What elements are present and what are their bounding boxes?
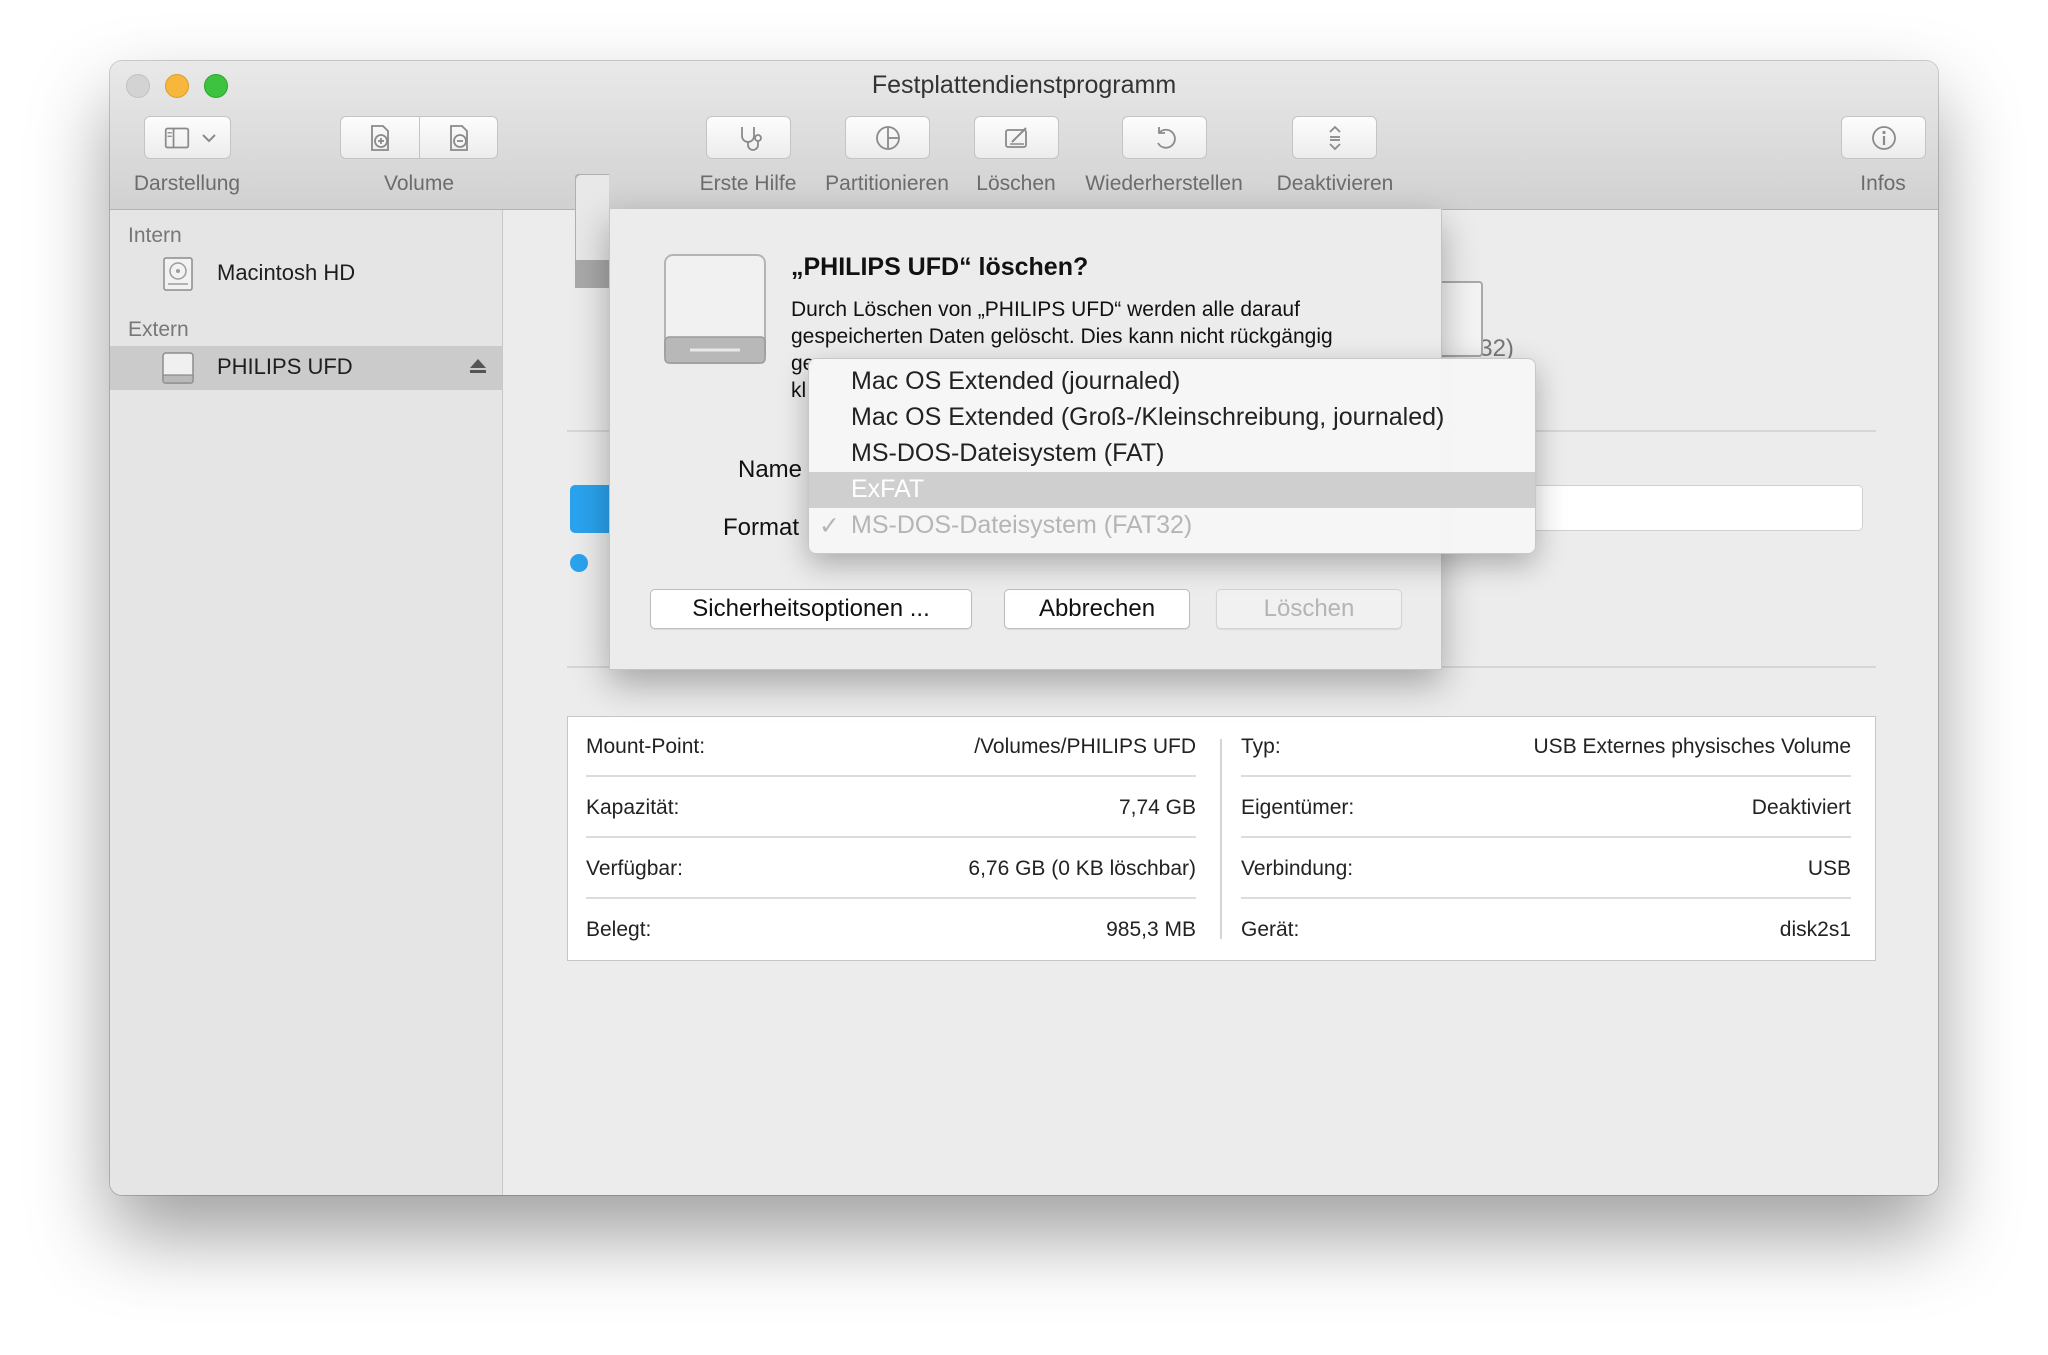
- info-key: Verbindung:: [1241, 857, 1354, 880]
- partition-button[interactable]: [845, 116, 930, 159]
- info-key: Mount-Point:: [586, 735, 706, 758]
- info-label: Infos: [1860, 172, 1906, 195]
- info-value: disk2s1: [1779, 918, 1851, 941]
- menu-item-ms-dos-fat32[interactable]: ✓ MS-DOS-Dateisystem (FAT32): [809, 508, 1535, 544]
- info-value: USB Externes physisches Volume: [1533, 735, 1851, 758]
- menu-item-label: Mac OS Extended (Groß-/Kleinschreibung, …: [851, 403, 1445, 431]
- sidebar-item-macintosh-hd[interactable]: Macintosh HD: [110, 252, 502, 296]
- info-value: 7,74 GB: [1118, 796, 1196, 819]
- sidebar-icon: [164, 127, 189, 148]
- add-volume-button[interactable]: [341, 117, 420, 158]
- info-key: Belegt:: [586, 918, 652, 941]
- sidebar-section-intern: Intern: [128, 224, 182, 247]
- security-options-button[interactable]: Sicherheitsoptionen ...: [650, 589, 972, 629]
- info-row-device: Gerät: disk2s1: [1241, 900, 1851, 960]
- volume-label: Volume: [383, 172, 455, 195]
- info-value: /Volumes/PHILIPS UFD: [974, 735, 1196, 758]
- info-row-available: Verfügbar: 6,76 GB (0 KB löschbar): [586, 839, 1196, 899]
- stethoscope-icon: [740, 126, 762, 151]
- menu-item-label: MS-DOS-Dateisystem (FAT): [851, 439, 1165, 467]
- unmount-icon: [1328, 125, 1341, 150]
- partition-label: Partitionieren: [825, 172, 949, 195]
- sheet-title: „PHILIPS UFD“ löschen?: [791, 253, 1089, 281]
- sidebar-item-label: PHILIPS UFD: [217, 354, 353, 379]
- sidebar: Intern Macintosh HD Extern PHILIPS UFD: [110, 210, 503, 1195]
- first-aid-label: Erste Hilfe: [699, 172, 797, 195]
- info-table: Mount-Point: /Volumes/PHILIPS UFD Kapazi…: [567, 716, 1876, 961]
- drive-image-icon: [575, 174, 609, 288]
- pie-partition-icon: [875, 125, 900, 150]
- info-icon: [1871, 125, 1896, 150]
- format-label: Format: [723, 514, 800, 541]
- sheet-description-line: Durch Löschen von „PHILIPS UFD“ werden a…: [791, 298, 1300, 321]
- info-key: Gerät:: [1241, 918, 1300, 941]
- sidebar-item-label: Macintosh HD: [217, 260, 356, 285]
- info-value: 6,76 GB (0 KB löschbar): [968, 857, 1196, 880]
- chevron-down-icon: [201, 133, 216, 142]
- name-label: Name: [738, 456, 803, 483]
- usage-bar-free: [1530, 485, 1863, 531]
- sidebar-section-extern: Extern: [128, 318, 189, 341]
- info-column-divider: [1220, 739, 1222, 939]
- sheet-description-line: gespeicherten Daten gelöscht. Dies kann …: [791, 325, 1333, 348]
- info-column-right: Typ: USB Externes physisches Volume Eige…: [1223, 717, 1863, 960]
- info-key: Verfügbar:: [586, 857, 683, 880]
- restore-button[interactable]: [1122, 116, 1207, 159]
- add-volume-icon: [371, 124, 389, 151]
- remove-volume-button[interactable]: [420, 117, 498, 158]
- erase-toolbar-label: Löschen: [976, 172, 1056, 195]
- remove-volume-icon: [450, 124, 468, 151]
- menu-item-label: Mac OS Extended (journaled): [851, 367, 1181, 395]
- usage-bar: [570, 485, 610, 533]
- toolbar: Festplattendienstprogramm Darstellung Vo…: [110, 61, 1938, 210]
- info-value: Deaktiviert: [1751, 796, 1851, 819]
- first-aid-button[interactable]: [706, 116, 791, 159]
- info-column-left: Mount-Point: /Volumes/PHILIPS UFD Kapazi…: [568, 717, 1208, 960]
- internal-disk-icon: [163, 257, 193, 291]
- info-row-mount-point: Mount-Point: /Volumes/PHILIPS UFD: [586, 717, 1196, 777]
- view-label: Darstellung: [133, 172, 241, 195]
- view-button[interactable]: [144, 116, 231, 159]
- unmount-button[interactable]: [1292, 116, 1377, 159]
- external-drive-icon: [664, 254, 766, 364]
- menu-item-exfat[interactable]: ExFAT: [809, 472, 1535, 508]
- info-value: 985,3 MB: [1106, 918, 1196, 941]
- info-row-capacity: Kapazität: 7,74 GB: [586, 778, 1196, 838]
- menu-item-mac-os-extended-journaled[interactable]: Mac OS Extended (journaled): [809, 364, 1535, 400]
- menu-item-label: ExFAT: [851, 475, 925, 503]
- disk-utility-window: Festplattendienstprogramm Darstellung Vo…: [110, 61, 1938, 1195]
- sidebar-item-philips-ufd[interactable]: PHILIPS UFD: [110, 346, 502, 390]
- menu-item-label: MS-DOS-Dateisystem (FAT32): [851, 511, 1193, 539]
- erase-confirm-button[interactable]: Löschen: [1216, 589, 1402, 629]
- info-button[interactable]: [1841, 116, 1926, 159]
- erase-toolbar-button[interactable]: [974, 116, 1059, 159]
- info-row-used: Belegt: 985,3 MB: [586, 900, 1196, 960]
- info-row-owner: Eigentümer: Deaktiviert: [1241, 778, 1851, 838]
- volume-segmented-control: [340, 116, 498, 159]
- eject-icon[interactable]: [468, 356, 488, 376]
- restore-arrow-icon: [1156, 126, 1176, 149]
- info-value: USB: [1807, 857, 1851, 880]
- format-popup-menu: Mac OS Extended (journaled) Mac OS Exten…: [808, 358, 1536, 554]
- window-title: Festplattendienstprogramm: [871, 71, 1177, 99]
- info-row-connection: Verbindung: USB: [1241, 839, 1851, 899]
- menu-item-ms-dos-fat[interactable]: MS-DOS-Dateisystem (FAT): [809, 436, 1535, 472]
- info-row-type: Typ: USB Externes physisches Volume: [1241, 717, 1851, 777]
- info-key: Kapazität:: [586, 796, 680, 819]
- checkmark-icon: ✓: [819, 512, 840, 540]
- menu-item-mac-os-extended-case-sensitive[interactable]: Mac OS Extended (Groß-/Kleinschreibung, …: [809, 400, 1535, 436]
- info-key: Typ:: [1241, 735, 1281, 758]
- restore-label: Wiederherstellen: [1085, 172, 1243, 195]
- external-disk-icon: [162, 352, 194, 384]
- erase-icon: [1004, 126, 1027, 148]
- legend-dot: [570, 554, 588, 572]
- info-key: Eigentümer:: [1241, 796, 1355, 819]
- cancel-button[interactable]: Abbrechen: [1004, 589, 1190, 629]
- unmount-label: Deaktivieren: [1276, 172, 1394, 195]
- sheet-description-line: kl: [791, 379, 807, 402]
